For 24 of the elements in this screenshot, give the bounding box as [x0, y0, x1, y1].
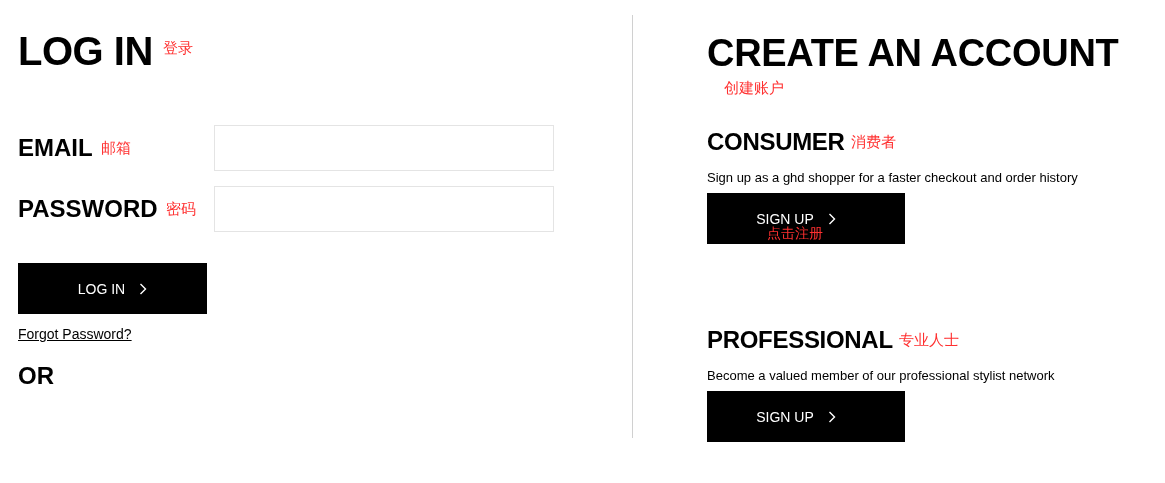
chevron-right-icon — [139, 282, 148, 295]
annotation-text: 邮箱 — [100, 138, 131, 158]
annotation-text: 密码 — [165, 199, 196, 219]
forgot-password-link[interactable]: Forgot Password? — [18, 326, 132, 342]
field-label: EMAIL — [18, 134, 93, 162]
page-title: LOG IN — [18, 29, 153, 73]
login-button[interactable]: LOG IN — [18, 263, 207, 314]
section-title: PROFESSIONAL — [707, 326, 893, 354]
or-heading: OR — [18, 362, 54, 390]
description-text: Become a valued member of our professional stylist network — [707, 368, 1055, 383]
description-text: Sign up as a ghd shopper for a faster checkout and order history — [707, 170, 1078, 185]
chevron-right-icon — [827, 212, 836, 225]
input-field[interactable] — [214, 125, 554, 171]
input-field[interactable] — [214, 186, 554, 232]
chevron-right-icon — [827, 410, 836, 423]
sign-up-button[interactable]: SIGN UP — [707, 391, 905, 442]
annotation-text: 点击注册 — [767, 225, 823, 241]
annotation-text: 登录 — [162, 39, 193, 58]
section-title: CONSUMER — [707, 128, 845, 156]
annotation-text: 创建账户 — [724, 79, 784, 98]
field-label: PASSWORD — [18, 195, 158, 223]
annotation-text: 专业人士 — [898, 330, 959, 350]
page-title: CREATE AN ACCOUNT — [707, 31, 1119, 75]
annotation-text: 消费者 — [850, 132, 896, 152]
